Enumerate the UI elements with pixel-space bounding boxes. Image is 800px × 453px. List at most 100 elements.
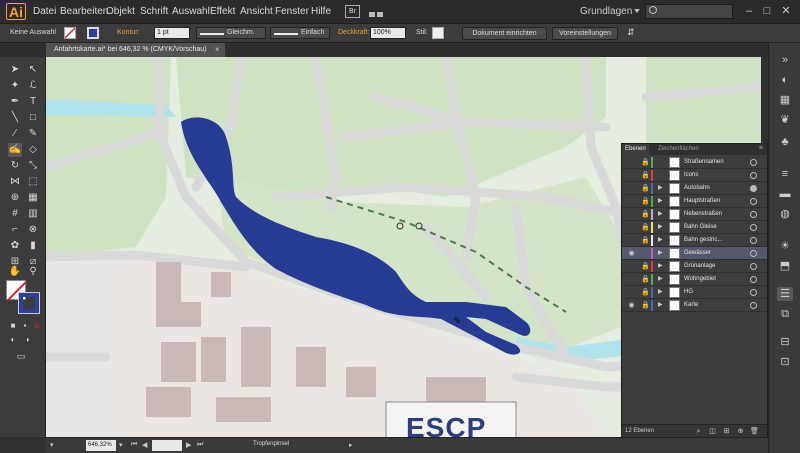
- layer-target-icon[interactable]: [750, 172, 757, 179]
- expand-arrow-icon[interactable]: ▶: [658, 273, 663, 286]
- stroke-weight-field[interactable]: 1 pt: [154, 27, 190, 39]
- mesh-tool-icon[interactable]: #: [8, 207, 22, 221]
- layer-row[interactable]: 🔒 ▶ Bahn gestric...: [622, 234, 767, 247]
- layer-row[interactable]: 🔒 Icons: [622, 169, 767, 182]
- previous-artboard-icon[interactable]: ◀: [142, 441, 147, 449]
- panel-menu-icon[interactable]: ≡: [759, 145, 763, 152]
- layer-row[interactable]: ◉ 🔒 ▶ Karte: [622, 299, 767, 312]
- delete-layer-icon[interactable]: 🗑: [750, 427, 759, 436]
- perspective-grid-tool-icon[interactable]: ▦: [26, 191, 40, 205]
- menu-hilfe[interactable]: Hilfe: [311, 6, 331, 17]
- first-artboard-icon[interactable]: ⏮: [131, 441, 137, 449]
- layer-target-icon[interactable]: [750, 263, 757, 270]
- menu-schrift[interactable]: Schrift: [140, 6, 168, 17]
- close-button[interactable]: ✕: [779, 4, 793, 18]
- lock-icon[interactable]: 🔒: [641, 301, 650, 310]
- brushes-panel-icon[interactable]: ❦: [777, 113, 793, 127]
- line-tool-icon[interactable]: ╲: [8, 111, 22, 125]
- menu-effekt[interactable]: Effekt: [210, 6, 235, 17]
- document-tab[interactable]: Anfahrtskarte.ai* bei 646,32 % (CMYK/Vor…: [46, 43, 225, 57]
- type-tool-icon[interactable]: T: [26, 95, 40, 109]
- width-tool-icon[interactable]: ⋈: [8, 175, 22, 189]
- pencil-tool-icon[interactable]: ✎: [26, 127, 40, 141]
- fill-stroke-widget[interactable]: [6, 280, 40, 314]
- variable-width-profile-dropdown[interactable]: Gleichm.: [196, 27, 266, 39]
- new-layer-icon[interactable]: ⊕: [736, 427, 745, 436]
- magic-wand-tool-icon[interactable]: ✦: [8, 79, 22, 93]
- none-mode-icon[interactable]: ⧅: [30, 319, 44, 333]
- arrange-documents-button[interactable]: [368, 5, 390, 18]
- visibility-eye-icon[interactable]: ◉: [627, 249, 636, 258]
- document-setup-button[interactable]: Dokument einrichten: [462, 27, 547, 40]
- tab-ebenen[interactable]: Ebenen: [622, 144, 649, 155]
- layer-row[interactable]: 🔒 ▶ HG: [622, 286, 767, 299]
- layer-target-icon[interactable]: [750, 289, 757, 296]
- expand-arrow-icon[interactable]: ▶: [658, 221, 663, 234]
- status-menu-icon[interactable]: ▸: [349, 441, 353, 449]
- direct-selection-tool-icon[interactable]: ↖: [26, 63, 40, 77]
- lock-icon[interactable]: 🔒: [641, 275, 650, 284]
- layer-row[interactable]: 🔒 Straßennamen: [622, 156, 767, 169]
- graphic-style-swatch[interactable]: [432, 27, 444, 39]
- eyedropper-tool-icon[interactable]: ⌐: [8, 223, 22, 237]
- stroke-color-box[interactable]: [18, 292, 40, 314]
- opacity-label[interactable]: Deckkraft:: [338, 29, 370, 36]
- visibility-eye-icon[interactable]: [627, 236, 636, 245]
- layer-target-icon[interactable]: [750, 237, 757, 244]
- visibility-eye-icon[interactable]: [627, 288, 636, 297]
- next-artboard-icon[interactable]: ▶: [186, 441, 191, 449]
- locate-object-icon[interactable]: ⌕: [694, 427, 703, 436]
- selection-tool-icon[interactable]: ➤: [8, 63, 22, 77]
- menu-datei[interactable]: Datei: [33, 6, 56, 17]
- hand-tool-icon[interactable]: ✋: [8, 265, 22, 279]
- appearance-panel-icon[interactable]: ☀: [777, 239, 793, 253]
- rotate-tool-icon[interactable]: ↻: [8, 159, 22, 173]
- opacity-field[interactable]: 100%: [370, 27, 406, 39]
- graphic-styles-panel-icon[interactable]: ⬒: [777, 259, 793, 273]
- lock-icon[interactable]: [641, 249, 648, 258]
- expand-arrow-icon[interactable]: ▶: [658, 195, 663, 208]
- blend-tool-icon[interactable]: ⊗: [26, 223, 40, 237]
- transparency-panel-icon[interactable]: ◍: [777, 207, 793, 221]
- align-panel-icon[interactable]: ⊟: [777, 335, 793, 349]
- paintbrush-tool-icon[interactable]: ∕: [8, 127, 22, 141]
- layer-target-icon[interactable]: [750, 185, 757, 192]
- expand-arrow-icon[interactable]: ▶: [658, 299, 663, 312]
- layer-target-icon[interactable]: [750, 159, 757, 166]
- expand-arrow-icon[interactable]: ▶: [658, 247, 663, 260]
- lock-icon[interactable]: 🔒: [641, 223, 650, 232]
- color-panel-icon[interactable]: ◐: [777, 73, 793, 87]
- expand-arrow-icon[interactable]: ▶: [658, 208, 663, 221]
- lock-icon[interactable]: 🔒: [641, 288, 650, 297]
- close-icon[interactable]: ×: [215, 43, 220, 57]
- zoom-tool-icon[interactable]: ⚲: [26, 265, 40, 279]
- artboard-number-field[interactable]: [152, 440, 182, 451]
- symbols-panel-icon[interactable]: ♣: [777, 135, 793, 149]
- expand-arrow-icon[interactable]: ▶: [658, 260, 663, 273]
- scale-tool-icon[interactable]: ⤡: [26, 159, 40, 173]
- expand-arrow-icon[interactable]: ▶: [658, 234, 663, 247]
- minimize-button[interactable]: –: [742, 4, 756, 18]
- layer-row[interactable]: 🔒 ▶ Autobahn: [622, 182, 767, 195]
- new-sublayer-icon[interactable]: ⊞: [722, 427, 731, 436]
- preferences-button[interactable]: Voreinstellungen: [552, 27, 618, 40]
- stroke-panel-icon[interactable]: ≡: [777, 167, 793, 181]
- draw-behind-icon[interactable]: ◑: [20, 333, 34, 347]
- layer-row[interactable]: 🔒 ▶ Bahn Gleise: [622, 221, 767, 234]
- lock-icon[interactable]: 🔒: [641, 262, 650, 271]
- blob-brush-tool-icon[interactable]: ✍: [8, 143, 22, 157]
- menu-auswahl[interactable]: Auswahl: [172, 6, 210, 17]
- menu-bearbeiten[interactable]: Bearbeiten: [60, 6, 108, 17]
- arrange-icon[interactable]: ⇵: [627, 27, 635, 38]
- visibility-eye-icon[interactable]: [627, 223, 636, 232]
- visibility-eye-icon[interactable]: [627, 262, 636, 271]
- transform-panel-icon[interactable]: ⊡: [777, 355, 793, 369]
- visibility-eye-icon[interactable]: [627, 171, 636, 180]
- gradient-tool-icon[interactable]: ▥: [26, 207, 40, 221]
- brush-definition-dropdown[interactable]: Einfach: [270, 27, 330, 39]
- layer-row[interactable]: 🔒 ▶ Nebenstraßen: [622, 208, 767, 221]
- layer-row[interactable]: ◉ ▶ Gewässer: [622, 247, 767, 260]
- bridge-button[interactable]: Br: [345, 5, 360, 18]
- last-artboard-icon[interactable]: ⏭: [197, 441, 203, 449]
- gradient-panel-icon[interactable]: ▬: [777, 187, 793, 201]
